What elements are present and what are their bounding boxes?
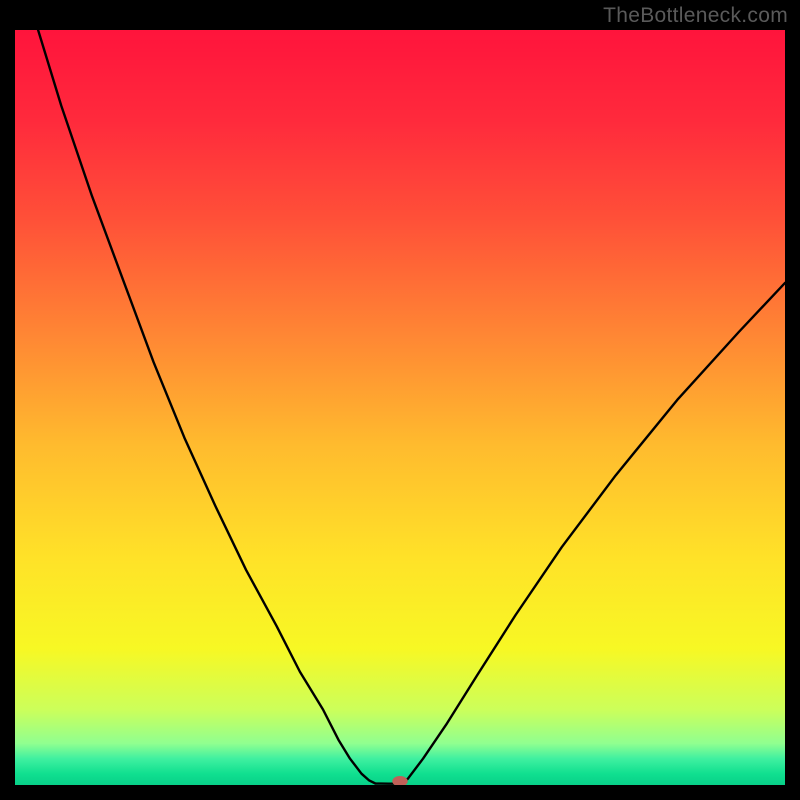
chart-svg (15, 30, 785, 785)
chart-frame: TheBottleneck.com (0, 0, 800, 800)
plot-area (15, 30, 785, 785)
watermark-text: TheBottleneck.com (603, 4, 788, 28)
